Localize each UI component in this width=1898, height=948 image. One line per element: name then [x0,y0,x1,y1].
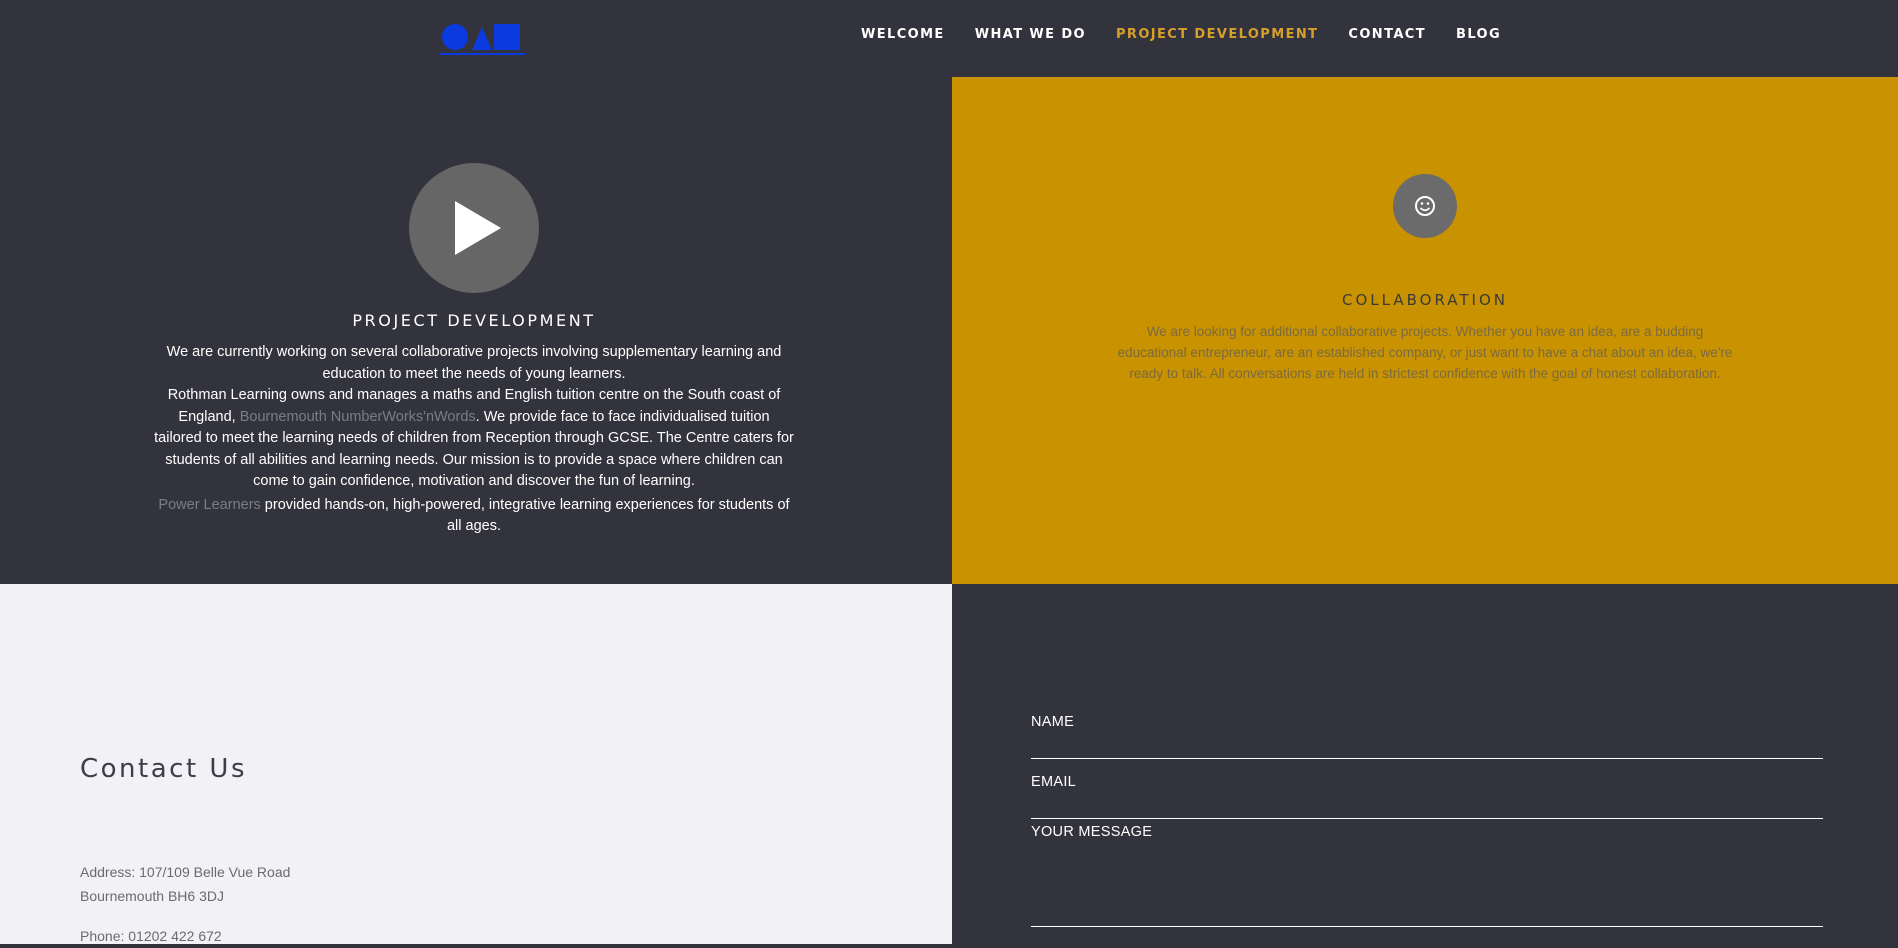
email-label: EMAIL [1031,774,1077,790]
logo[interactable] [439,22,525,56]
top-navbar: WELCOME WHAT WE DO PROJECT DEVELOPMENT C… [0,0,1898,77]
nav-project-development[interactable]: PROJECT DEVELOPMENT [1116,27,1318,42]
name-label: NAME [1031,714,1075,730]
phone-number: Phone: 01202 422 672 [80,928,222,944]
bournemouth-numberworks-link[interactable]: Bournemouth NumberWorks'nWords [240,409,476,425]
message-field[interactable]: YOUR MESSAGE [1031,824,1823,927]
contact-title: Contact Us [80,754,247,784]
message-label: YOUR MESSAGE [1031,824,1153,840]
smiley-icon [1393,174,1457,238]
project-paragraph-3: Power Learners provided hands-on, high-p… [158,496,790,535]
nav-what-we-do[interactable]: WHAT WE DO [975,27,1086,42]
nav-welcome[interactable]: WELCOME [861,27,945,42]
project-paragraph-1: We are currently working on several coll… [166,344,782,382]
contact-info-section: Contact Us Address: 107/109 Belle Vue Ro… [0,584,952,944]
collaboration-text: We are looking for additional collaborat… [1117,324,1733,381]
address-line-1: Address: 107/109 Belle Vue Road [80,864,291,880]
contact-form-section: NAME EMAIL YOUR MESSAGE [952,584,1898,944]
project-paragraph-2: Rothman Learning owns and manages a math… [154,387,794,489]
name-field[interactable]: NAME [1031,714,1823,759]
address-line-2: Bournemouth BH6 3DJ [80,888,224,904]
contact-address: Address: 107/109 Belle Vue Road Bournemo… [80,860,290,948]
collaboration-title: COLLABORATION [1342,291,1508,309]
project-development-text: We are currently working on several coll… [154,342,794,538]
email-field[interactable]: EMAIL [1031,774,1823,819]
play-icon [455,201,501,255]
project-development-section: PROJECT DEVELOPMENT We are currently wor… [0,77,952,584]
power-learners-link[interactable]: Power Learners [158,497,260,513]
project-development-title: PROJECT DEVELOPMENT [352,311,596,330]
nav-blog[interactable]: BLOG [1456,27,1501,42]
play-video-button[interactable] [409,163,539,293]
nav-contact[interactable]: CONTACT [1348,27,1426,42]
collaboration-section: COLLABORATION We are looking for additio… [952,77,1898,584]
main-nav: WELCOME WHAT WE DO PROJECT DEVELOPMENT C… [861,27,1531,42]
